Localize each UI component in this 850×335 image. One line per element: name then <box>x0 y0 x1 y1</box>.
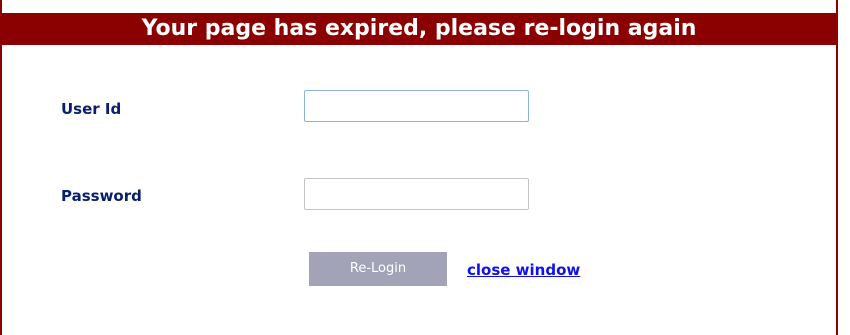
password-input[interactable] <box>304 178 529 210</box>
password-label: Password <box>61 187 142 205</box>
relogin-button[interactable]: Re-Login <box>309 252 447 286</box>
close-window-link[interactable]: close window <box>467 261 580 279</box>
dialog-title: Your page has expired, please re-login a… <box>2 13 836 45</box>
expired-session-dialog: Your page has expired, please re-login a… <box>0 0 838 335</box>
user-id-label: User Id <box>61 100 122 118</box>
user-id-input[interactable] <box>304 90 529 122</box>
